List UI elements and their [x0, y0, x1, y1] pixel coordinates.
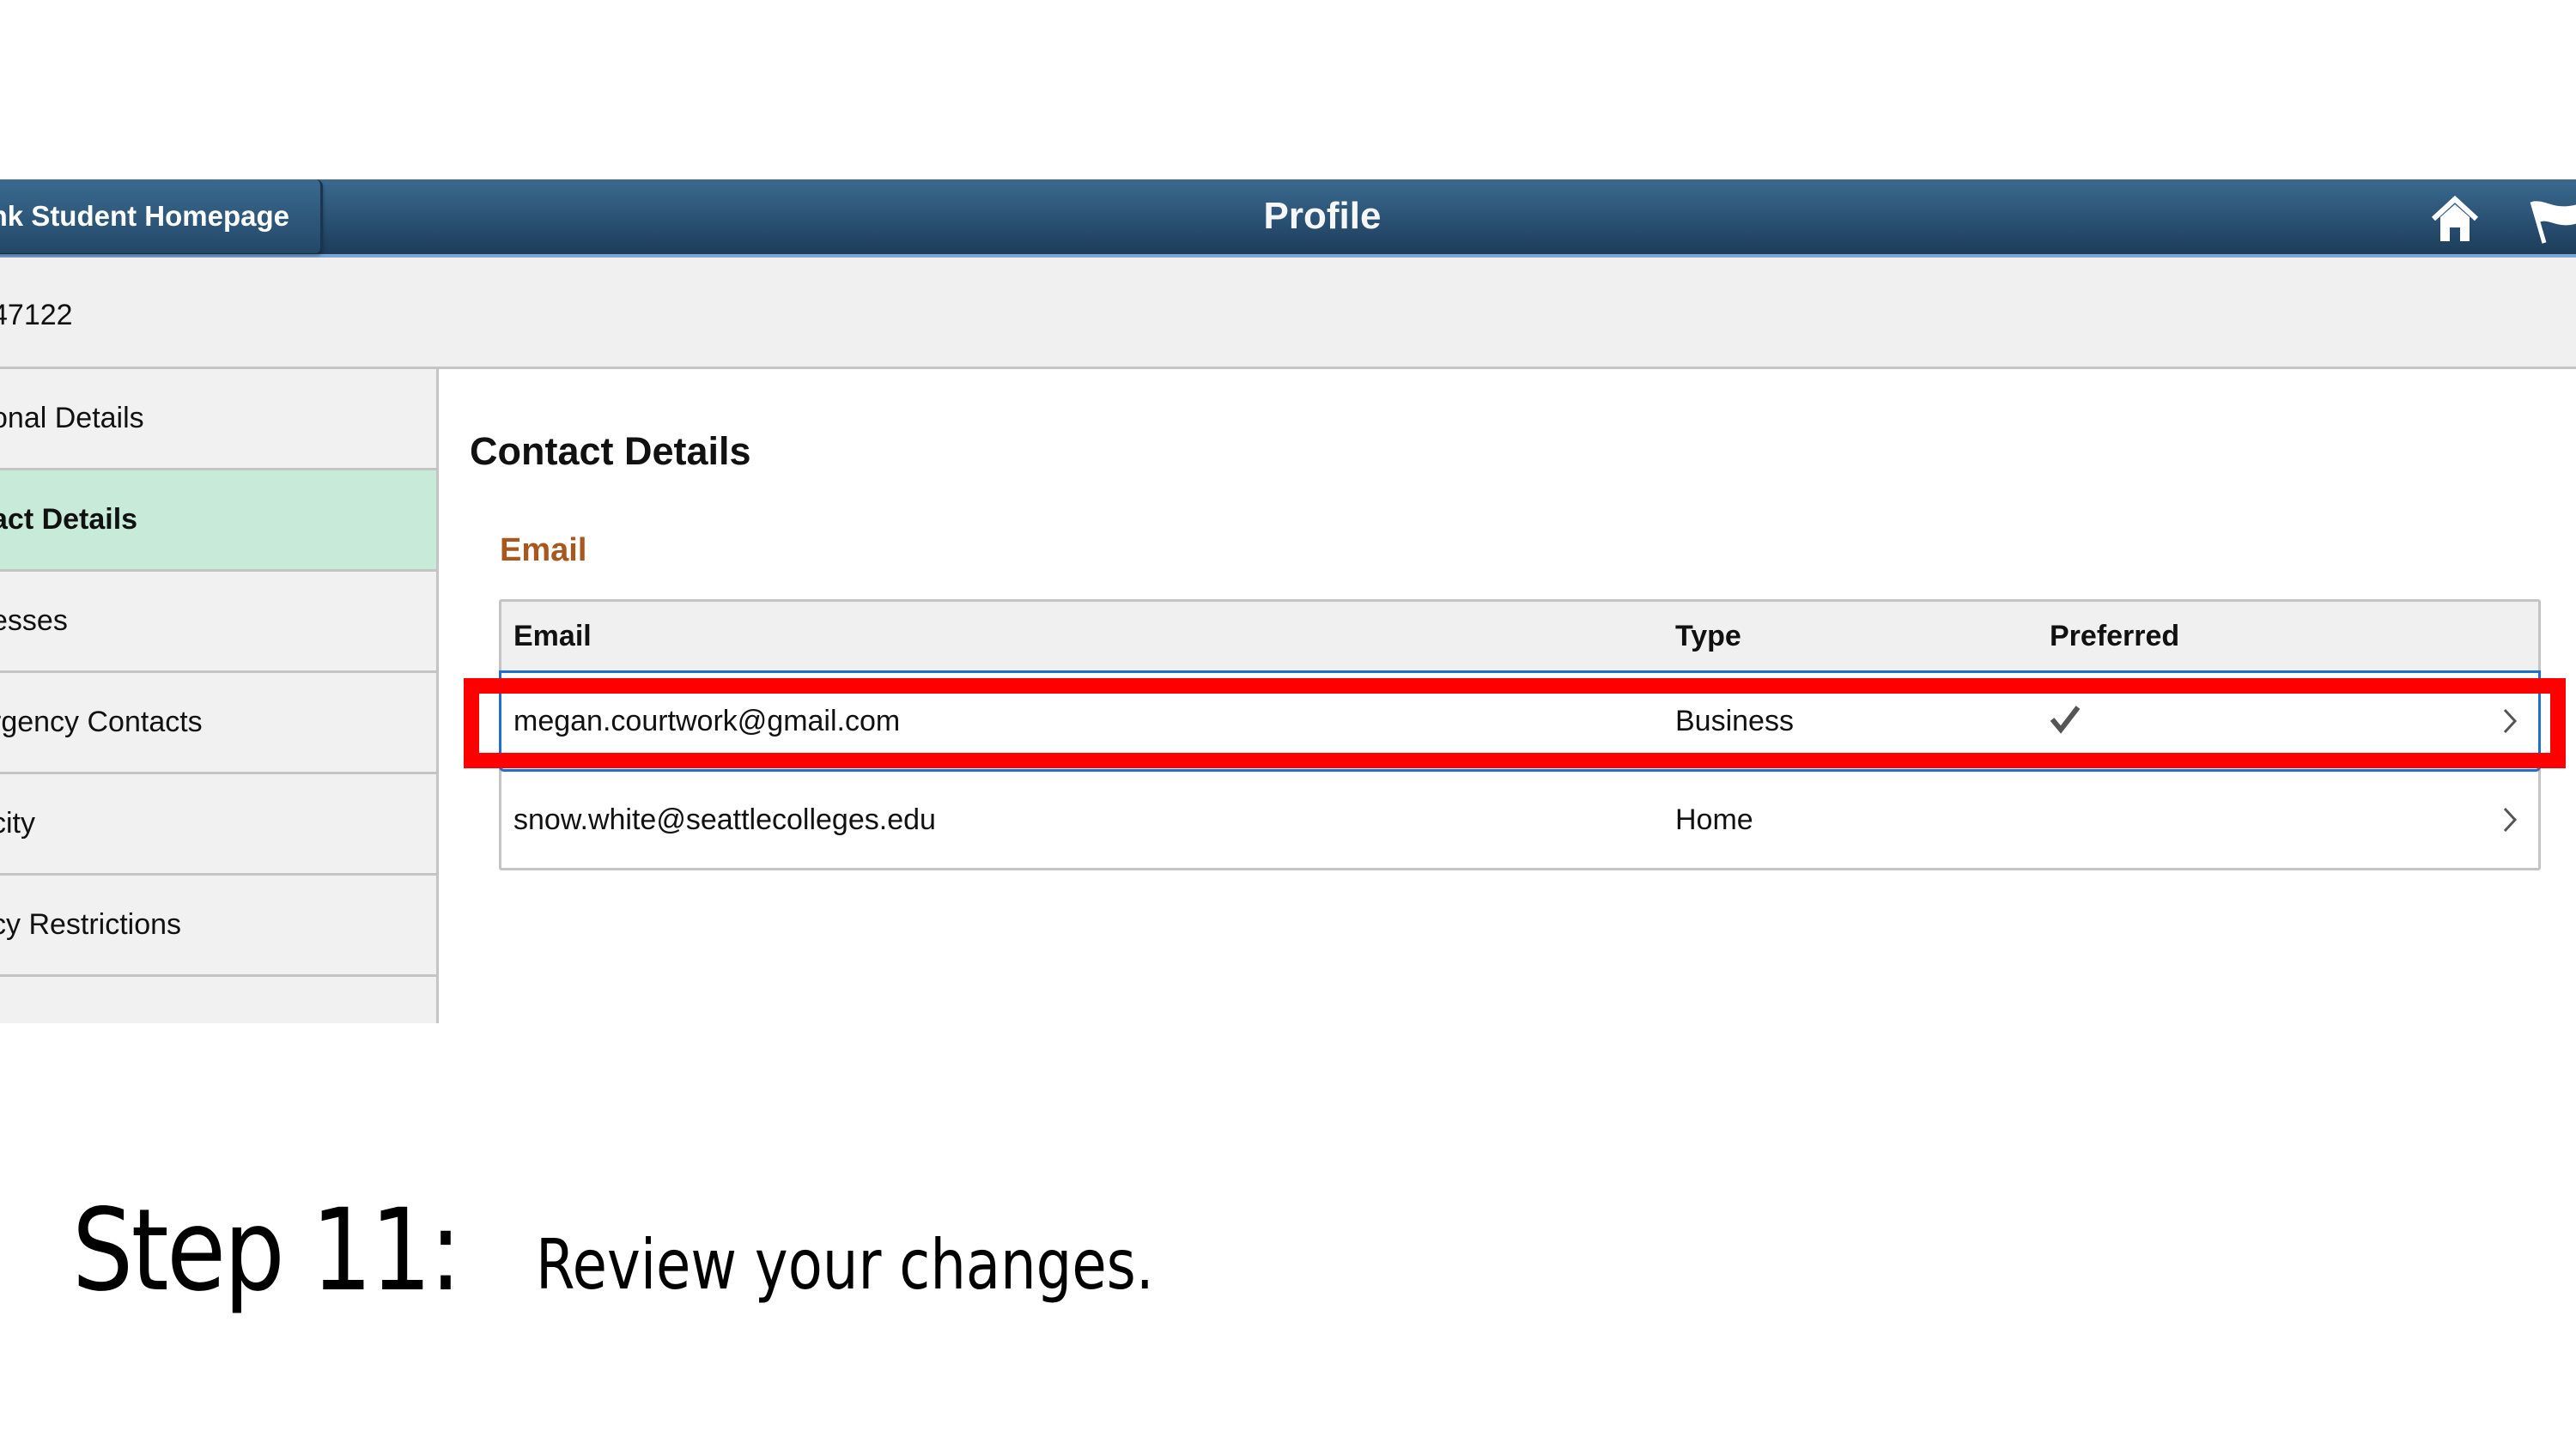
student-id-bar: 47122 — [0, 258, 2576, 369]
column-header-email: Email — [513, 620, 592, 652]
sidebar-item-privacy-restrictions[interactable]: cy Restrictions — [0, 876, 436, 977]
step-instruction: Review your changes. — [536, 1225, 1154, 1305]
email-address: snow.white@seattlecolleges.edu — [513, 803, 936, 836]
sidebar-item-label: esses — [0, 604, 68, 637]
sidebar-item-emergency-contacts[interactable]: rgency Contacts — [0, 673, 436, 774]
sidebar-item-contact-details[interactable]: act Details — [0, 470, 436, 572]
step-number: Step 11: — [72, 1185, 462, 1317]
sidebar-item-ethnicity[interactable]: city — [0, 774, 436, 876]
sidebar-item-label: city — [0, 807, 35, 840]
app-header: nk Student Homepage Profile — [0, 179, 2576, 258]
chevron-right-icon[interactable] — [2502, 806, 2518, 834]
column-header-type: Type — [1675, 620, 1741, 652]
app-screenshot: nk Student Homepage Profile 47122 onal D… — [0, 179, 2576, 1023]
flag-icon[interactable] — [2529, 197, 2576, 248]
sidebar-item-label: act Details — [0, 503, 138, 536]
email-table-header: Email Type Preferred — [501, 602, 2538, 673]
table-row[interactable]: snow.white@seattlecolleges.edu Home — [501, 772, 2538, 868]
step-caption: Step 11: Review your changes. — [72, 1185, 1154, 1317]
sidebar-item-more[interactable] — [0, 977, 436, 1023]
contact-details-heading: Contact Details — [470, 429, 751, 473]
sidebar-item-addresses[interactable]: esses — [0, 572, 436, 673]
email-type: Home — [1675, 803, 1753, 836]
sidebar-item-label: cy Restrictions — [0, 908, 182, 941]
sidebar-item-personal-details[interactable]: onal Details — [0, 369, 436, 470]
sidebar-item-label: onal Details — [0, 402, 144, 434]
email-section-heading: Email — [500, 532, 587, 568]
home-icon[interactable] — [2430, 195, 2480, 243]
sidebar: onal Details act Details esses rgency Co… — [0, 369, 439, 1023]
sidebar-item-label: rgency Contacts — [0, 706, 203, 738]
page-title: Profile — [1263, 195, 1382, 237]
column-header-preferred: Preferred — [2050, 620, 2180, 652]
highlight-box — [464, 678, 2566, 768]
student-id: 47122 — [0, 299, 73, 331]
